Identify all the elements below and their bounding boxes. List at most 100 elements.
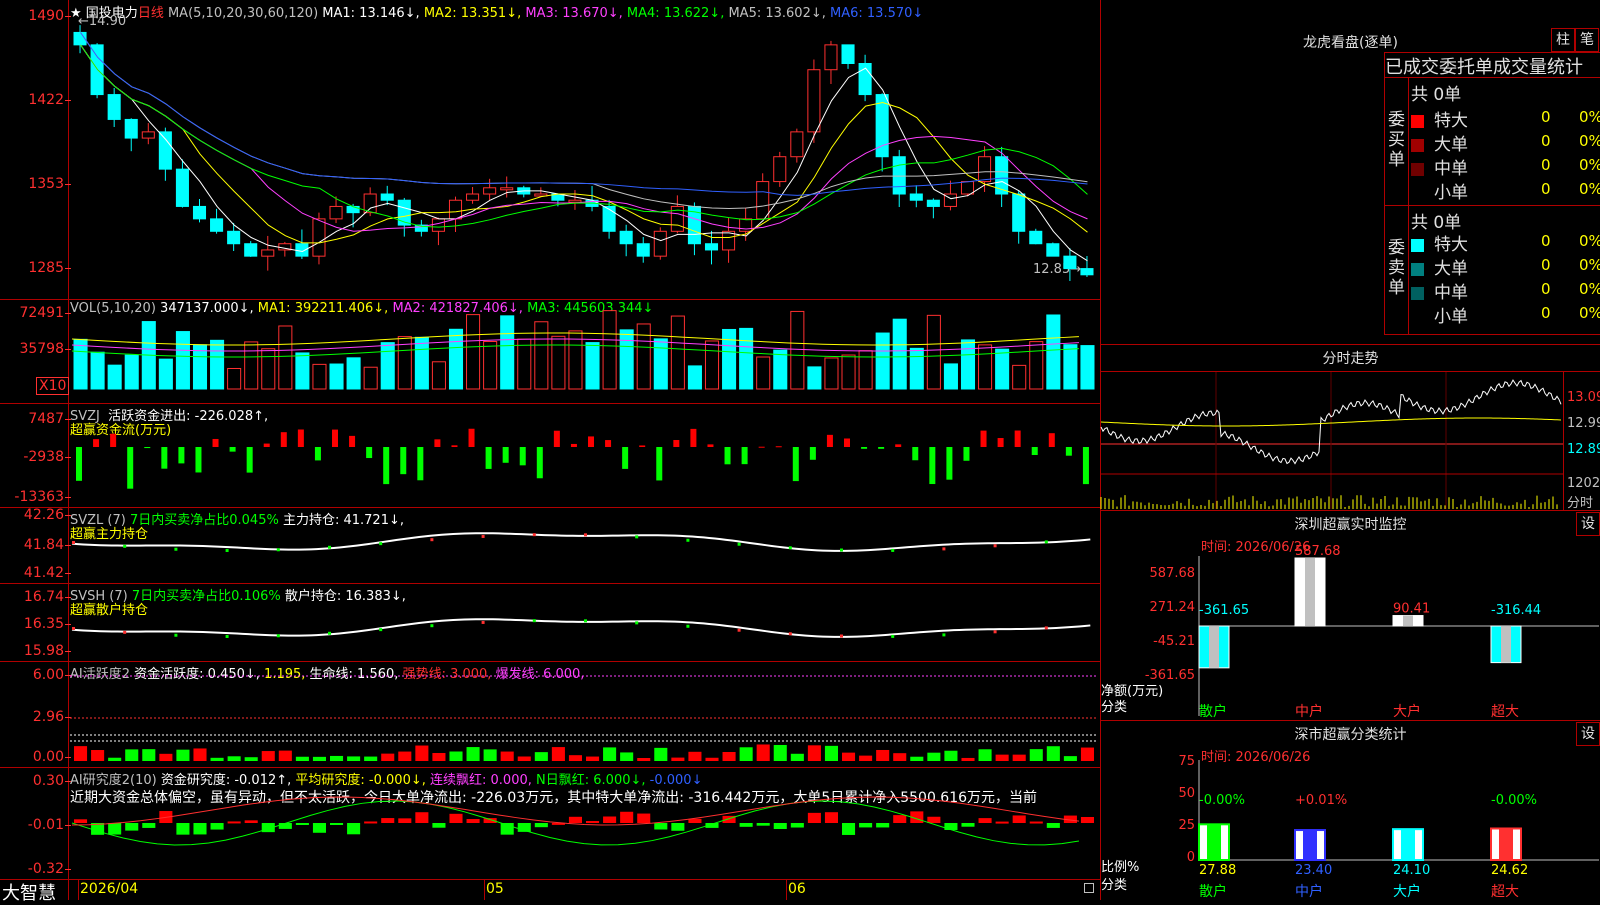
buy-total: 共 0单 [1411,85,1462,105]
classify-bar-core [1499,828,1513,860]
activity-bar [415,745,429,761]
volume-panel[interactable]: VOL(5,10,20) 347137.000↓, MA1: 392211.40… [0,299,1100,404]
activity-bar [910,756,924,761]
research-bar [603,816,617,823]
volume-bar [704,340,720,390]
volume-bar [978,344,993,390]
candle-body [483,187,497,195]
tick-mode-button[interactable]: 笔 [1575,28,1599,52]
activity-bar [227,756,241,761]
flow-bar [434,439,441,447]
svzj-panel[interactable]: SVZJ 活跃资金进出: -226.028↑, 超赢资金流(万元) 7487 -… [0,403,1100,508]
activity-bar [859,755,873,761]
svzj-chart[interactable] [0,403,1100,507]
flow-bar [707,444,714,447]
lock-icon[interactable] [1084,883,1094,893]
flow-bar [605,440,612,447]
price-panel[interactable]: ★ 国投电力日线 MA(5,10,20,30,60,120) MA1: 13.1… [0,0,1100,300]
holding-tick [584,619,587,623]
holding-tick [174,547,178,551]
flow-bar [297,429,304,447]
volume-bar [90,351,105,390]
candle-body [175,168,189,207]
research-bar [654,823,668,830]
flow-bar [980,430,987,447]
monitor-bar-shade [1209,626,1219,668]
activity-bar [1046,746,1060,761]
volume-chart[interactable] [0,299,1100,403]
stats-tabs[interactable]: 已成交委托单成交量统计 [1384,52,1600,78]
volume-bar [739,327,754,390]
svsh-line-chart[interactable] [0,583,1100,661]
holding-tick [430,538,434,542]
svsh-panel[interactable]: SVSH (7) 7日内买卖净占比0.106% 散户持仓: 16.383↓, 超… [0,583,1100,662]
activity-bar [722,751,736,761]
research-bar [893,815,907,823]
volume-bar [790,310,805,390]
activity-bar [1080,747,1094,761]
candle-body [363,193,377,214]
holding-tick [891,548,895,552]
flow-bar [400,447,407,475]
settings-button[interactable]: 设 [1576,722,1600,746]
holding-tick [788,546,792,550]
research-bar [312,823,326,833]
flow-bar [383,447,390,485]
monitor-xlabel: 分类 [1101,700,1128,715]
candle-body [261,249,275,257]
brand-logo[interactable]: 大智慧 [2,879,56,905]
activity-bar [603,747,617,761]
ai-activity-panel[interactable]: AI活跃度2 资金活跃度: 0.450↓, 1.195, 生命线: 1.560,… [0,661,1100,768]
activity-bar [210,757,224,761]
volume-bar [380,342,395,390]
intraday-chart[interactable] [1100,372,1563,509]
classify-bar-core [1401,829,1415,860]
classify-panel[interactable]: 深市超赢分类统计 设 时间: 2026/06/26 75 50 25 0 比例%… [1101,720,1600,900]
activity-bar [534,752,548,761]
research-bar [978,818,992,823]
svzl-line-chart[interactable] [0,507,1100,583]
ai-research-panel[interactable]: AI研究度2(10) 资金研究度: -0.012↑, 平均研究度: -0.000… [0,767,1100,880]
bar-mode-button[interactable]: 柱 [1551,28,1575,52]
flow-bar [912,447,919,461]
realtime-monitor-panel[interactable]: 深圳超赢实时监控 设 时间: 2026/06/26 587.68 271.24 … [1101,510,1600,721]
volume-bar [636,323,651,390]
monitor-bar-chart[interactable]: -361.65 散户 587.68 中户 90.41 大户 -316.44 超大 [1198,544,1599,720]
svzl-panel[interactable]: SVZL (7) 7日内买卖净占比0.045% 主力持仓: 41.721↓, 超… [0,507,1100,584]
volume-bar [210,339,225,390]
volume-bar [773,349,788,390]
flow-bar [161,447,168,469]
candle-body [756,181,770,220]
flow-bar [588,436,594,447]
volume-bar [807,366,822,390]
flow-bar [195,447,202,473]
color-swatch [1411,287,1424,300]
sell-row: 特大 [1411,230,1468,255]
holding-tick [328,631,331,635]
intraday-panel[interactable]: 分时走势 13.09 12.99 12.89 12028 分时 [1100,344,1600,511]
research-bar [790,823,804,828]
classify-bar-chart[interactable]: 27.88 散户 23.40 中户 24.10 大户 24.62 超大 -0.00% +0.01%… [1198,760,1599,900]
classify-value-label: 27.88 [1199,863,1236,878]
flow-bar [844,438,850,447]
candle-body [500,187,514,191]
holding-tick [1044,540,1048,544]
ai-research-chart[interactable] [0,767,1100,879]
settings-button[interactable]: 设 [1576,512,1600,536]
holding-tick [72,541,75,544]
candle-body [210,218,224,232]
candle-body [448,199,463,220]
activity-bar [466,747,480,761]
candle-body [602,205,616,232]
flow-bar [741,447,748,465]
activity-bar [705,757,719,761]
ai-activity-chart[interactable] [0,661,1100,767]
candlestick-chart[interactable] [0,0,1100,299]
flow-bar [895,444,902,447]
volume-bar [158,358,173,390]
candle-body [1012,193,1026,232]
flow-bar [1065,447,1072,456]
classify-xlabel: 分类 [1101,878,1128,893]
research-bar [415,812,429,823]
holding-tick [123,544,127,548]
